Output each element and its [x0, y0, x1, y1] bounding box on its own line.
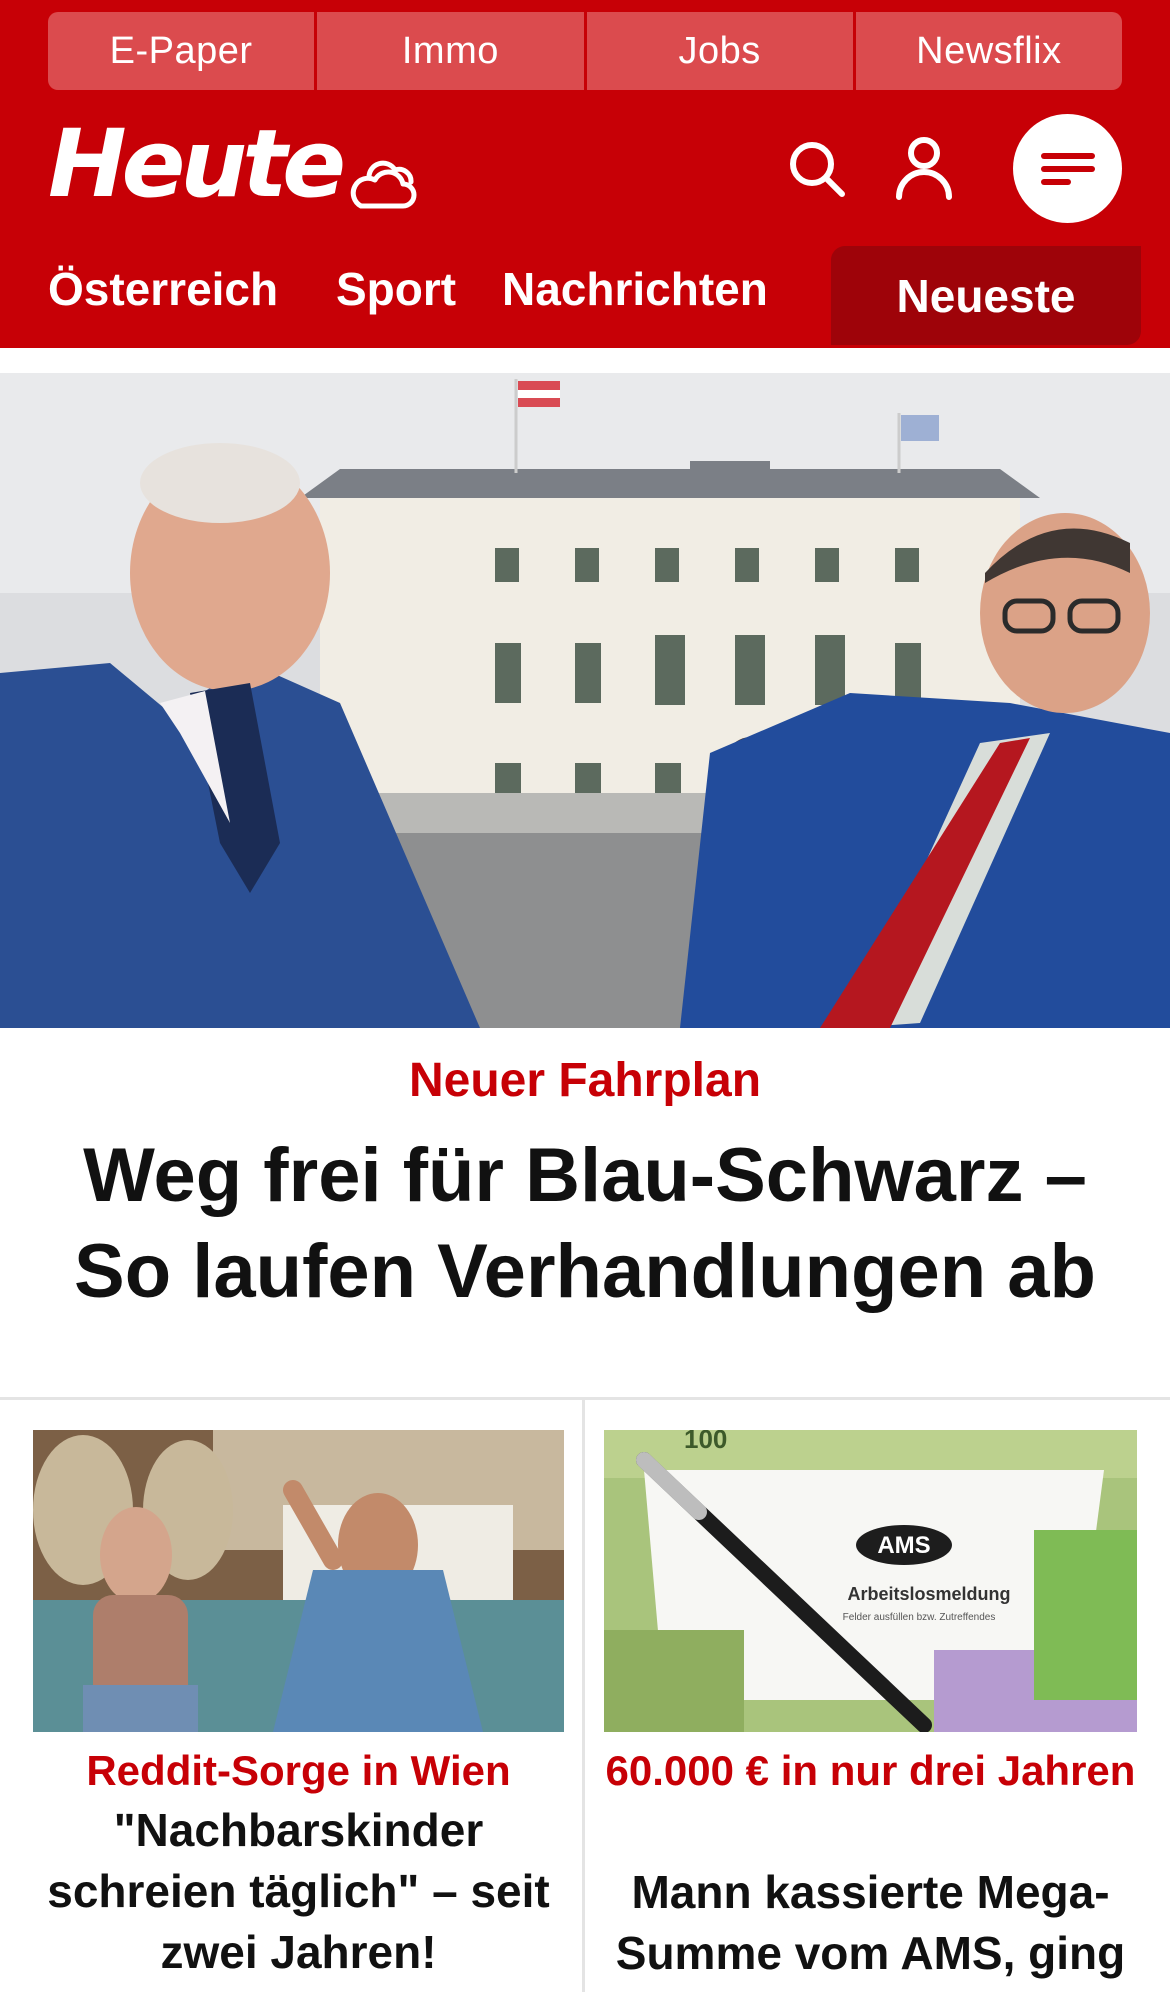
nav-item-nachrichten[interactable]: Nachrichten [502, 266, 768, 312]
heute-logo[interactable]: Heute [48, 118, 346, 212]
teaser-image-ams[interactable]: 100 AMS Arbeitslosmeldung Felder ausfüll… [604, 1430, 1137, 1732]
topbar-immo-link[interactable]: Immo [317, 12, 584, 90]
topbar-jobs-link[interactable]: Jobs [586, 12, 853, 90]
hero-photo [0, 373, 1170, 1028]
ams-form-subtitle: Felder ausfüllen bzw. Zutreffendes [843, 1612, 996, 1623]
teaser-headline-reddit[interactable]: "Nachbarskinder schreien täglich" – seit… [28, 1800, 569, 1983]
search-icon[interactable] [786, 138, 848, 200]
weather-cloud-icon[interactable] [345, 148, 421, 212]
ams-logo-text: AMS [877, 1532, 930, 1559]
teaser-headline-ams[interactable]: Mann kassierte Mega-Summe vom AMS, ging [604, 1862, 1137, 1984]
section-divider [0, 1397, 1170, 1400]
user-icon[interactable] [892, 135, 956, 201]
menu-icon [1040, 152, 1095, 185]
teaser-image-reddit[interactable] [33, 1430, 564, 1732]
nav-item-neueste[interactable]: Neueste [831, 246, 1141, 345]
teaser-kicker-reddit[interactable]: Reddit-Sorge in Wien [33, 1742, 564, 1800]
topbar-newsflix-link[interactable]: Newsflix [855, 12, 1122, 90]
hero-kicker[interactable]: Neuer Fahrplan [0, 1054, 1170, 1108]
main-navigation: Österreich Sport Nachrichten Neueste [0, 246, 1170, 348]
ams-form-title: Arbeitslosmeldung [847, 1584, 1010, 1604]
nav-item-oesterreich[interactable]: Österreich [48, 266, 278, 312]
teaser-kicker-ams[interactable]: 60.000 € in nur drei Jahren [604, 1742, 1137, 1800]
hero-image[interactable] [0, 373, 1170, 1028]
hero-headline[interactable]: Weg frei für Blau-Schwarz – So laufen Ve… [30, 1128, 1140, 1320]
site-header: E-Paper Immo Jobs Newsflix Heute Österre… [0, 0, 1170, 348]
teaser-photo-ams: 100 AMS Arbeitslosmeldung Felder ausfüll… [604, 1430, 1137, 1732]
banknote-value: 100 [684, 1430, 727, 1454]
menu-button[interactable] [1013, 114, 1122, 223]
column-divider [582, 1400, 585, 1992]
teaser-photo-family [33, 1430, 564, 1732]
topbar-epaper-link[interactable]: E-Paper [48, 12, 315, 90]
nav-item-sport[interactable]: Sport [336, 266, 456, 312]
top-service-bar: E-Paper Immo Jobs Newsflix [48, 12, 1122, 90]
